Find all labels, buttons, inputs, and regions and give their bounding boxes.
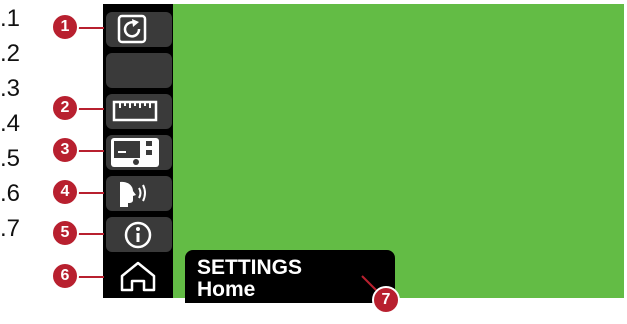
row-label-2: .2 — [0, 40, 21, 67]
callout-2: 2 — [51, 94, 79, 122]
callout-leader-1 — [78, 27, 104, 29]
row-label-7: .7 — [0, 215, 21, 242]
info-icon — [124, 221, 152, 249]
status-subtitle: Home — [197, 278, 256, 301]
ruler-icon — [112, 100, 158, 122]
monitor-icon — [111, 138, 159, 167]
callout-7: 7 — [372, 286, 400, 314]
row-label-1: .1 — [0, 5, 21, 32]
home-icon — [120, 261, 156, 292]
sidebar-item-home[interactable] — [103, 256, 173, 298]
row-label-5: .5 — [0, 145, 21, 172]
row-label-3: .3 — [0, 75, 21, 102]
sidebar-item-info[interactable] — [106, 217, 172, 252]
callout-leader-4 — [78, 192, 104, 194]
voice-icon — [120, 181, 146, 207]
sidebar-item-monitor[interactable] — [106, 135, 172, 170]
row-label-6: .6 — [0, 180, 21, 207]
callout-leader-2 — [78, 108, 104, 110]
sidebar-item-voice[interactable] — [106, 176, 172, 211]
callout-1: 1 — [51, 13, 79, 41]
status-title: SETTINGS — [197, 256, 303, 279]
refresh-icon — [117, 14, 147, 44]
callout-leader-3 — [78, 150, 104, 152]
row-label-4: .4 — [0, 110, 21, 137]
callout-leader-6 — [78, 276, 104, 278]
sidebar-item-ruler[interactable] — [106, 94, 172, 129]
sidebar-item-refresh[interactable] — [106, 12, 172, 47]
callout-3: 3 — [51, 136, 79, 164]
callout-leader-5 — [78, 233, 104, 235]
sidebar-item-blank[interactable] — [106, 53, 172, 88]
callout-4: 4 — [51, 178, 79, 206]
callout-6: 6 — [51, 262, 79, 290]
callout-5: 5 — [51, 219, 79, 247]
